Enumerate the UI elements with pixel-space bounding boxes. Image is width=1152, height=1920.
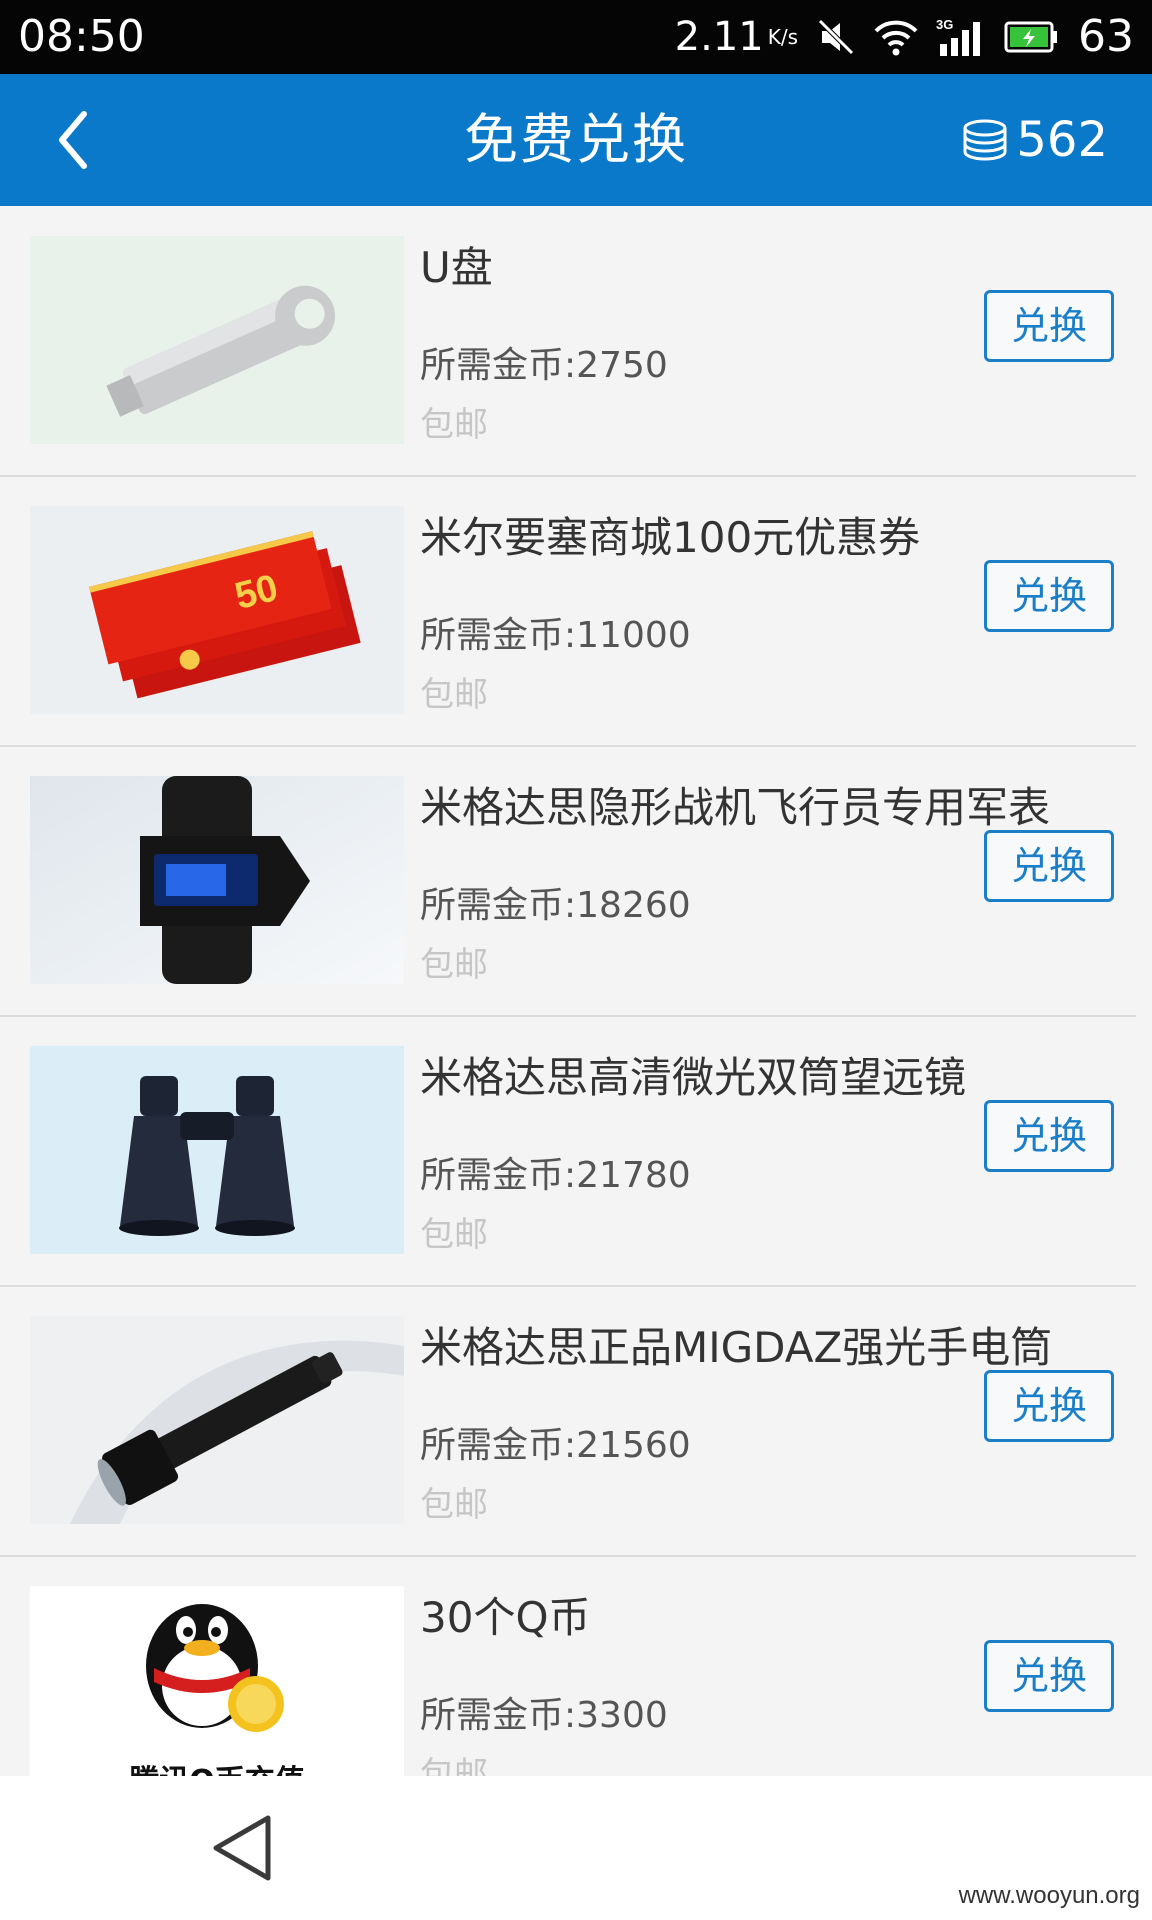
list-item[interactable]: 米格达思高清微光双筒望远镜 所需金币:21780 包邮 兑换 — [0, 1016, 1152, 1287]
shipping-label: 包邮 — [420, 675, 488, 715]
product-list: U盘 所需金币:2750 包邮 兑换 50 米尔要塞商城100元优惠券 所需金币… — [0, 206, 1152, 1776]
watermark: www.wooyun.org — [958, 1882, 1140, 1909]
list-item[interactable]: 米格达思隐形战机飞行员专用军表 所需金币:18260 包邮 兑换 — [0, 746, 1152, 1017]
product-image-usb-drive — [30, 236, 404, 444]
exchange-button[interactable]: 兑换 — [984, 1100, 1114, 1172]
q-coin-caption: 腾讯Q币充值 — [129, 1764, 305, 1776]
product-cost: 所需金币:3300 — [420, 1695, 668, 1736]
product-image-binoculars — [30, 1046, 404, 1254]
product-name: 米格达思隐形战机飞行员专用军表 — [420, 783, 1051, 832]
product-cost: 所需金币:21560 — [420, 1425, 691, 1466]
product-name: 30个Q币 — [420, 1593, 591, 1642]
shipping-label: 包邮 — [420, 1755, 488, 1776]
product-cost: 所需金币:11000 — [420, 615, 691, 656]
shipping-label: 包邮 — [420, 945, 488, 985]
exchange-button[interactable]: 兑换 — [984, 1640, 1114, 1712]
product-name: 米尔要塞商城100元优惠券 — [420, 513, 921, 562]
exchange-button[interactable]: 兑换 — [984, 290, 1114, 362]
system-nav-bar: www.wooyun.org — [0, 1776, 1152, 1920]
status-time: 08:50 — [18, 11, 145, 62]
shipping-label: 包邮 — [420, 1215, 488, 1255]
network-speed-unit: K/s — [767, 25, 798, 49]
exchange-button[interactable]: 兑换 — [984, 1370, 1114, 1442]
product-name: 米格达思正品MIGDAZ强光手电筒 — [420, 1323, 1053, 1372]
svg-text:3G: 3G — [936, 17, 953, 32]
network-speed-value: 2.11 — [674, 14, 764, 60]
product-image-flashlight — [30, 1316, 404, 1524]
product-image-q-coin: 腾讯Q币充值 — [30, 1586, 404, 1776]
battery-level: 63 — [1078, 11, 1134, 62]
product-image-watch — [30, 776, 404, 984]
mute-icon — [816, 17, 856, 57]
wifi-icon — [874, 17, 918, 57]
product-cost: 所需金币:18260 — [420, 885, 691, 926]
shipping-label: 包邮 — [420, 405, 488, 445]
exchange-button[interactable]: 兑换 — [984, 560, 1114, 632]
shipping-label: 包邮 — [420, 1485, 488, 1525]
triangle-back-icon — [213, 1815, 271, 1881]
product-image-voucher: 50 — [30, 506, 404, 714]
product-name: 米格达思高清微光双筒望远镜 — [420, 1053, 967, 1102]
signal-3g-icon: 3G — [936, 16, 986, 58]
status-bar: 08:50 2.11 K/s 3G 63 — [0, 0, 1152, 74]
nav-back-button[interactable] — [204, 1808, 284, 1888]
product-cost: 所需金币:21780 — [420, 1155, 691, 1196]
battery-icon — [1004, 19, 1060, 55]
coin-balance: 562 — [962, 110, 1108, 170]
coin-balance-value: 562 — [1016, 112, 1108, 168]
list-item[interactable]: 腾讯Q币充值 30个Q币 所需金币:3300 包邮 兑换 — [0, 1556, 1152, 1776]
list-item[interactable]: 50 米尔要塞商城100元优惠券 所需金币:11000 包邮 兑换 — [0, 476, 1152, 747]
product-cost: 所需金币:2750 — [420, 345, 668, 386]
list-item[interactable]: U盘 所需金币:2750 包邮 兑换 — [0, 206, 1152, 477]
app-bar: 免费兑换 562 — [0, 74, 1152, 206]
coin-stack-icon — [963, 119, 1007, 161]
exchange-button[interactable]: 兑换 — [984, 830, 1114, 902]
product-name: U盘 — [420, 243, 493, 292]
list-item[interactable]: 米格达思正品MIGDAZ强光手电筒 所需金币:21560 包邮 兑换 — [0, 1286, 1152, 1557]
network-speed: 2.11 K/s — [675, 10, 798, 64]
